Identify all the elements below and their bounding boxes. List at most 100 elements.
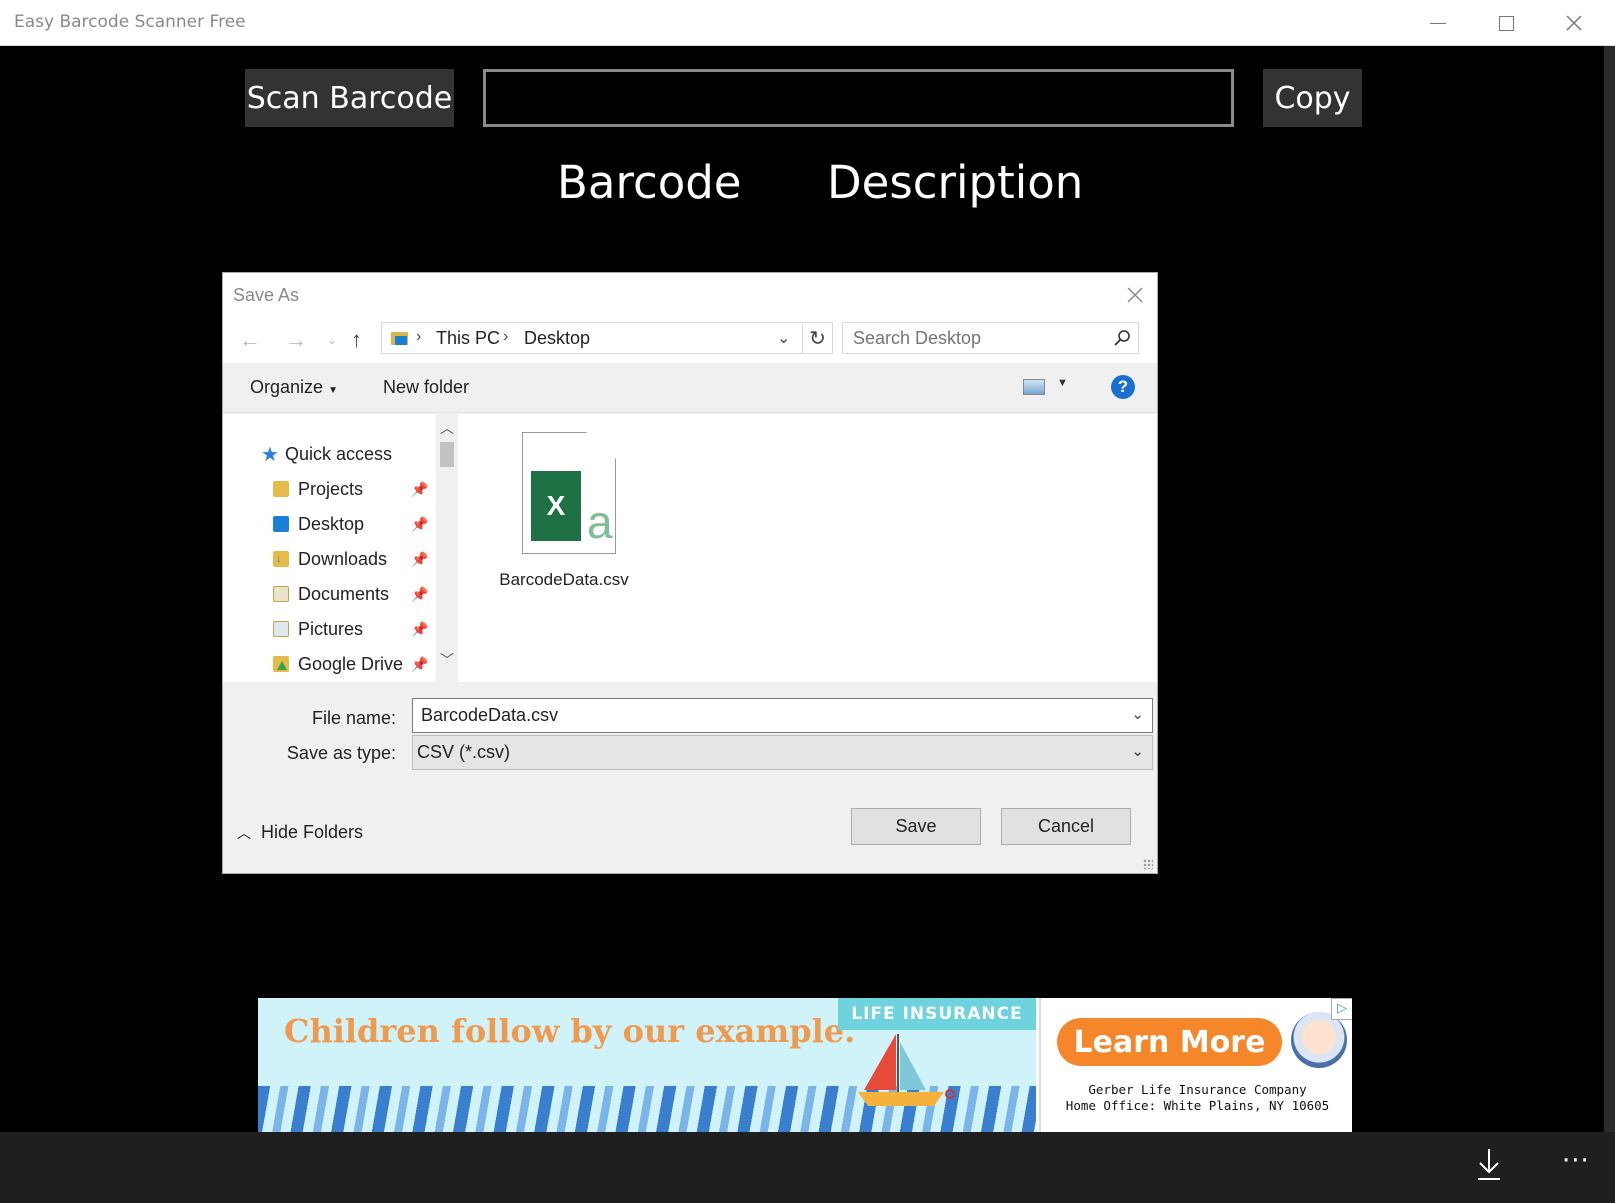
chevron-down-icon[interactable]: ⌄ [1131,705,1144,723]
app-scrollbar[interactable] [1604,46,1615,1132]
close-icon [1127,287,1143,303]
breadcrumb-this-pc[interactable]: This PC [436,328,500,349]
maximize-button[interactable] [1472,0,1540,46]
google-drive-folder-icon [273,656,289,672]
documents-folder-icon [273,586,289,602]
learn-more-button[interactable]: Learn More [1057,1018,1282,1066]
pin-icon: 📌 [411,620,429,637]
pin-icon: 📌 [411,515,429,532]
file-name-input[interactable] [413,699,1113,732]
address-bar[interactable]: › This PC › Desktop ⌄ ↻ [381,322,833,354]
close-button[interactable] [1540,0,1608,46]
ad-choices-icon[interactable]: ▷ [1331,998,1352,1020]
nav-item-label: Downloads [298,548,388,569]
command-bar: ··· [0,1132,1615,1203]
nav-item-projects[interactable]: Projects 📌 [273,475,458,503]
file-item[interactable]: X a, BarcodeData.csv [498,432,630,590]
ad-tag: LIFE INSURANCE [838,998,1036,1030]
breadcrumb-separator-icon: › [503,328,509,345]
caret-down-icon[interactable]: ▼ [1057,377,1068,389]
ad-company-line: Gerber Life Insurance Company [1088,1082,1307,1097]
forward-arrow-icon[interactable]: → [285,327,307,353]
back-arrow-icon[interactable]: ← [239,327,261,353]
dialog-toolbar: Organize ▼ New folder ▼ ? [223,363,1157,413]
chevron-down-icon: ⌄ [1131,743,1144,760]
up-arrow-icon[interactable]: ↑ [351,327,362,353]
minimize-icon [1430,22,1446,24]
nav-item-downloads[interactable]: ↓ Downloads 📌 [273,545,458,573]
folder-icon [273,481,289,497]
caret-down-icon: ▼ [328,385,338,396]
navigation-scrollbar[interactable]: ︿ ﹀ [436,414,458,682]
pin-icon: 📌 [411,550,429,567]
pin-icon: 📌 [411,480,429,497]
nav-item-quick-access[interactable]: ★ Quick access [261,440,392,468]
search-icon[interactable] [1113,329,1131,347]
save-button[interactable]: Save [851,808,981,845]
ad-banner[interactable]: Children follow by our example. LIFE INS… [258,998,1352,1132]
csv-glyph: a, [587,496,626,548]
pin-icon: 📌 [411,585,429,602]
dialog-close-button[interactable] [1121,281,1149,309]
file-name-label: File name: [311,708,396,728]
ad-sponsor[interactable]: Learn More ▷ Gerber Life Insurance Compa… [1039,998,1352,1132]
nav-item-desktop[interactable]: Desktop 📌 [273,510,458,538]
maximize-icon [1498,15,1514,31]
save-type-select[interactable]: CSV (*.csv) ⌄ [412,735,1153,770]
excel-logo: X [531,471,581,541]
recent-locations-chevron-icon[interactable]: ⌄ [327,333,337,347]
description-column-header: Description [827,156,1084,209]
minimize-button[interactable] [1404,0,1472,46]
nav-item-label: Quick access [284,443,392,464]
dialog-titlebar: Save As [223,273,1157,317]
file-list-pane: X a, BarcodeData.csv [458,414,1157,682]
resize-grip-icon[interactable] [1143,859,1153,869]
copy-button[interactable]: Copy [1263,69,1362,127]
dialog-bottom-panel: File name: ⌄ Save as type: CSV (*.csv) ⌄… [223,682,1157,873]
ad-image[interactable]: Children follow by our example. LIFE INS… [258,998,1036,1132]
cancel-button[interactable]: Cancel [1001,808,1131,845]
more-options-icon[interactable]: ··· [1562,1146,1590,1176]
download-icon[interactable] [1474,1146,1504,1182]
save-type-label: Save as type: [286,743,396,763]
nav-item-pictures[interactable]: Pictures 📌 [273,615,458,643]
gerber-baby-logo-icon [1291,1012,1347,1068]
barcode-input[interactable] [483,69,1234,127]
window-title: Easy Barcode Scanner Free [14,12,246,32]
nav-item-label: Desktop [298,513,365,534]
hide-folders-button[interactable]: ︿ Hide Folders [237,822,363,843]
file-name-label: BarcodeData.csv [499,570,629,589]
breadcrumb-separator-icon: › [416,328,422,345]
nav-item-documents[interactable]: Documents 📌 [273,580,458,608]
star-icon: ★ [261,443,279,466]
refresh-icon[interactable]: ↻ [802,324,832,354]
desktop-folder-icon [391,332,408,345]
address-dropdown-icon[interactable]: ⌄ [777,328,790,348]
scroll-thumb[interactable] [440,442,454,467]
change-view-icon[interactable] [1023,379,1045,395]
nav-item-google-drive[interactable]: Google Drive 📌 [273,650,458,678]
scan-barcode-button[interactable]: Scan Barcode [245,69,454,127]
ad-company-line: Home Office: White Plains, NY 10605 [1065,1098,1330,1113]
organize-label: Organize [250,377,324,397]
file-name-field[interactable]: ⌄ [412,698,1153,733]
nav-item-label: Projects [298,478,364,499]
search-input[interactable] [843,323,1103,353]
pictures-folder-icon [273,621,289,637]
desktop-folder-icon [273,516,289,532]
downloads-folder-icon: ↓ [273,551,289,567]
help-icon[interactable]: ? [1111,375,1135,399]
search-box[interactable] [842,322,1139,354]
chevron-up-icon: ︿ [237,824,251,841]
scroll-up-icon[interactable]: ︿ [440,418,454,438]
dialog-navbar: ← → ⌄ ↑ › This PC › Desktop ⌄ ↻ [223,317,1157,363]
scroll-down-icon[interactable]: ﹀ [440,650,454,670]
new-folder-button[interactable]: New folder [383,377,469,398]
organize-menu[interactable]: Organize ▼ [250,377,338,398]
nav-item-label: Pictures [298,618,364,639]
hide-folders-label: Hide Folders [261,822,364,842]
pin-icon: 📌 [411,655,429,672]
close-icon [1566,15,1582,31]
barcode-column-header: Barcode [557,156,742,209]
breadcrumb-desktop[interactable]: Desktop [524,328,590,349]
